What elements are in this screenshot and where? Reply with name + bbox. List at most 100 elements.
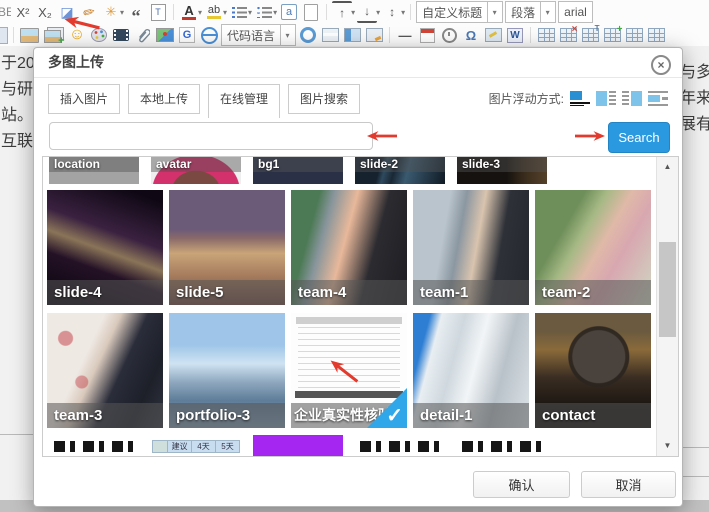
confirm-button[interactable]: 确认 [473, 471, 570, 498]
toolbar-row-2: + ☺ G 代码语言 ▾ [0, 24, 709, 46]
gallery-item[interactable] [457, 435, 547, 457]
gallery-item[interactable]: 建议 4天 5天 [151, 435, 241, 457]
blockquote-icon[interactable]: “ [126, 1, 146, 23]
merge-cells-icon[interactable] [602, 25, 622, 45]
gallery-item[interactable]: slide-4 [47, 190, 163, 305]
highlight-group[interactable]: ab ▾ [204, 2, 227, 22]
custom-title-select[interactable]: 自定义标题 ▾ [416, 1, 503, 23]
screenshot-icon[interactable] [364, 25, 384, 45]
gallery-item[interactable]: team-4 [291, 190, 407, 305]
gallery-item[interactable]: team-3 [47, 313, 163, 428]
search-button[interactable]: Search [608, 122, 670, 153]
insert-col-icon[interactable] [624, 25, 644, 45]
subscript-icon[interactable]: X₂ [35, 2, 55, 22]
gallery-item[interactable]: detail-1 [413, 313, 529, 428]
line-height-group[interactable]: ↕ ▾ [382, 2, 405, 22]
tab-online-manage[interactable]: 在线管理 [208, 84, 280, 118]
unordered-list-icon[interactable] [257, 7, 272, 18]
paste-icon[interactable]: T [148, 2, 168, 22]
gallery-item[interactable] [355, 435, 445, 457]
spacing-top-icon[interactable]: ↑ [332, 1, 352, 23]
paragraph-spacing-top-group[interactable]: ↑ ▾ [332, 1, 355, 23]
special-chars-icon[interactable]: Ω [461, 25, 481, 45]
webapp-icon[interactable] [298, 25, 318, 45]
float-none-icon[interactable] [570, 91, 590, 106]
gallery-item[interactable]: slide-3 [457, 157, 547, 184]
gallery-item[interactable]: contact [535, 313, 651, 428]
font-color-group[interactable]: A ▾ [179, 2, 202, 22]
chevron-down-icon[interactable]: ▾ [546, 8, 550, 17]
unordered-list-group[interactable]: ▾ [254, 2, 277, 22]
scroll-down-icon[interactable]: ▼ [657, 436, 678, 456]
gallery-item[interactable] [49, 435, 139, 457]
gallery-item[interactable] [253, 435, 343, 457]
gallery-item[interactable]: slide-5 [169, 190, 285, 305]
insert-row-icon[interactable] [646, 25, 666, 45]
table-grid-shape [626, 28, 643, 42]
template-icon[interactable] [342, 25, 362, 45]
paragraph-spacing-bottom-group[interactable]: ↓ ▾ [357, 1, 380, 23]
qr-code-shape [462, 441, 542, 452]
gallery-item[interactable]: team-2 [535, 190, 651, 305]
horizontal-rule-icon[interactable]: — [395, 25, 415, 45]
tab-image-search[interactable]: 图片搜索 [288, 84, 360, 114]
thumbnail-label: slide-4 [47, 280, 163, 305]
cancel-button[interactable]: 取消 [581, 471, 676, 498]
ordered-list-icon[interactable] [232, 7, 247, 18]
table-title-icon[interactable] [580, 25, 600, 45]
chevron-down-icon[interactable]: ▾ [493, 8, 497, 17]
font-family-select[interactable]: arial [558, 1, 593, 23]
search-input[interactable] [49, 122, 373, 150]
highlight-color-icon[interactable]: ab [207, 5, 221, 19]
gallery-item[interactable]: portfolio-3 [169, 313, 285, 428]
gallery-item[interactable]: bg1 [253, 157, 343, 184]
gallery-item[interactable]: avatar [151, 157, 241, 184]
float-left-icon[interactable] [596, 91, 616, 106]
insert-iframe-icon[interactable] [199, 25, 219, 45]
delete-table-icon[interactable] [558, 25, 578, 45]
insert-time-icon[interactable] [439, 25, 459, 45]
insert-image-icon[interactable] [19, 25, 39, 45]
float-right-icon[interactable] [622, 91, 642, 106]
insert-table-icon[interactable] [536, 25, 556, 45]
code-language-select[interactable]: 代码语言 ▾ [221, 24, 296, 46]
spacing-bottom-icon[interactable]: ↓ [357, 1, 377, 23]
page-break-icon[interactable] [320, 25, 340, 45]
table-grid-shape [560, 28, 577, 42]
new-page-icon[interactable] [301, 2, 321, 22]
superscript-icon[interactable]: X² [13, 2, 33, 22]
magic-wand-icon[interactable]: ✳ [101, 2, 121, 22]
stacked-pictures-shape: + [44, 27, 63, 43]
insert-music-icon[interactable] [483, 25, 503, 45]
thumbnail-image: 建议 4天 5天 [151, 435, 241, 457]
paragraph-format-select[interactable]: 段落 ▾ [505, 1, 556, 23]
tab-local-upload[interactable]: 本地上传 [128, 84, 200, 114]
autotypeset-group[interactable]: ✳ ▾ [101, 2, 124, 22]
gallery-item[interactable]: team-1 [413, 190, 529, 305]
font-color-icon[interactable]: A [182, 4, 195, 20]
font-select-value: arial [559, 5, 592, 19]
line-height-icon[interactable]: ↕ [382, 2, 402, 22]
grid-scrollbar[interactable]: ▲ ▼ [656, 157, 678, 456]
insert-date-icon[interactable] [417, 25, 437, 45]
thumbnail-label: avatar [151, 157, 241, 172]
attachment-icon[interactable] [133, 25, 153, 45]
gallery-item[interactable]: location [49, 157, 139, 184]
insert-map-icon[interactable] [155, 25, 175, 45]
autotypeset-icon[interactable]: a [279, 2, 299, 22]
chevron-down-icon[interactable]: ▾ [286, 31, 290, 40]
scroll-up-icon[interactable]: ▲ [657, 157, 678, 177]
google-map-icon[interactable]: G [177, 25, 197, 45]
word-image-icon[interactable]: W [505, 25, 525, 45]
gallery-item-selected[interactable]: 企业真实性核验单 ✓ [291, 313, 407, 428]
close-icon[interactable]: × [651, 55, 671, 75]
ordered-list-group[interactable]: ▾ [229, 2, 252, 22]
mini-table-cell: 5天 [216, 440, 240, 453]
gallery-item[interactable]: slide-2 [355, 157, 445, 184]
table-grid-shape [604, 28, 621, 42]
tab-insert-image[interactable]: 插入图片 [48, 84, 120, 114]
scrollbar-thumb[interactable] [659, 242, 676, 337]
float-center-icon[interactable] [648, 91, 668, 106]
multi-image-upload-icon[interactable]: + [41, 25, 65, 45]
insert-video-icon[interactable] [111, 25, 131, 45]
